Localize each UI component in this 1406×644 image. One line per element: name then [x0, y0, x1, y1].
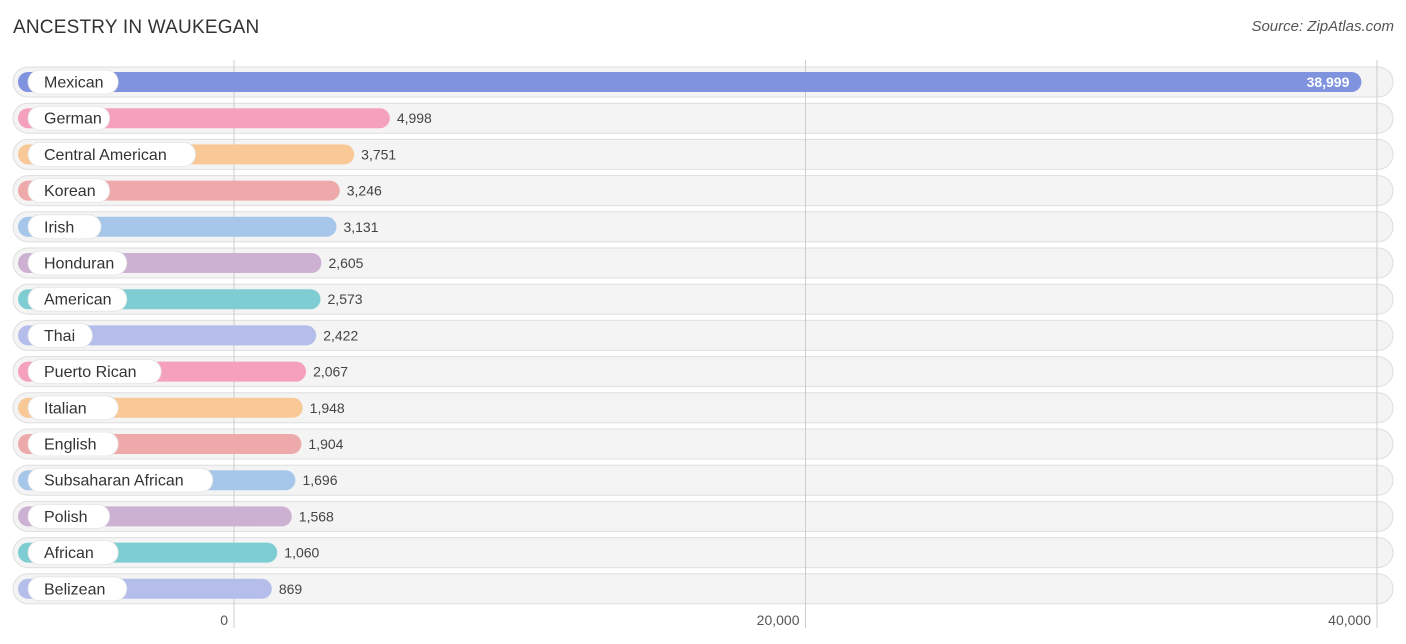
- value-label: 4,998: [397, 110, 432, 126]
- value-label: 1,060: [284, 545, 319, 561]
- category-label: Korean: [44, 183, 96, 200]
- value-label: 1,904: [308, 436, 343, 452]
- bar-row: Irish 3,131: [18, 214, 379, 240]
- bar-row: Puerto Rican 2,067: [18, 359, 348, 385]
- bar-row: Polish 1,568: [18, 503, 334, 529]
- bar-row: Mexican 38,999: [18, 69, 1362, 95]
- category-label: English: [44, 437, 96, 454]
- value-label: 3,751: [361, 146, 396, 162]
- category-label: Subsaharan African: [44, 473, 184, 490]
- category-label: Italian: [44, 400, 87, 417]
- value-label: 869: [279, 581, 303, 597]
- value-label: 1,696: [302, 472, 337, 488]
- bar-row: Central American 3,751: [18, 141, 396, 167]
- x-tick-label: 40,000: [1328, 612, 1371, 628]
- category-label: American: [44, 292, 112, 309]
- bar-row: English 1,904: [18, 431, 344, 457]
- category-label: Central American: [44, 147, 167, 164]
- bar-row: Honduran 2,605: [18, 250, 364, 276]
- bar-row: German 4,998: [18, 105, 432, 131]
- bar-row: Belizean 869: [18, 576, 303, 602]
- category-label: Thai: [44, 328, 75, 345]
- value-label: 1,568: [299, 508, 334, 524]
- category-label: Honduran: [44, 256, 114, 273]
- value-label: 2,422: [323, 327, 358, 343]
- bar-chart: 0 20,000 40,000Mexican 38,999German 4,998Cen…: [12, 60, 1394, 628]
- category-label: African: [44, 545, 94, 562]
- category-label: Belizean: [44, 581, 105, 598]
- value-label: 3,131: [343, 219, 378, 235]
- value-label: 2,573: [328, 291, 363, 307]
- category-label: Polish: [44, 509, 88, 526]
- value-label: 1,948: [310, 400, 345, 416]
- value-label: 3,246: [347, 183, 382, 199]
- category-label: German: [44, 111, 102, 128]
- bar: [18, 72, 1362, 92]
- bar-row: Italian 1,948: [18, 395, 345, 421]
- value-label: 2,605: [328, 255, 363, 271]
- bar-row: Thai 2,422: [18, 322, 358, 348]
- bar-row: American 2,573: [18, 286, 363, 312]
- value-label: 38,999: [1307, 74, 1350, 90]
- category-label: Irish: [44, 219, 74, 236]
- x-tick-label: 20,000: [757, 612, 800, 628]
- category-label: Puerto Rican: [44, 364, 137, 381]
- value-label: 2,067: [313, 364, 348, 380]
- x-tick-label: 0: [220, 612, 228, 628]
- bar-row: Subsaharan African 1,696: [18, 467, 338, 493]
- category-label: Mexican: [44, 75, 104, 92]
- bar-row: Korean 3,246: [18, 178, 382, 204]
